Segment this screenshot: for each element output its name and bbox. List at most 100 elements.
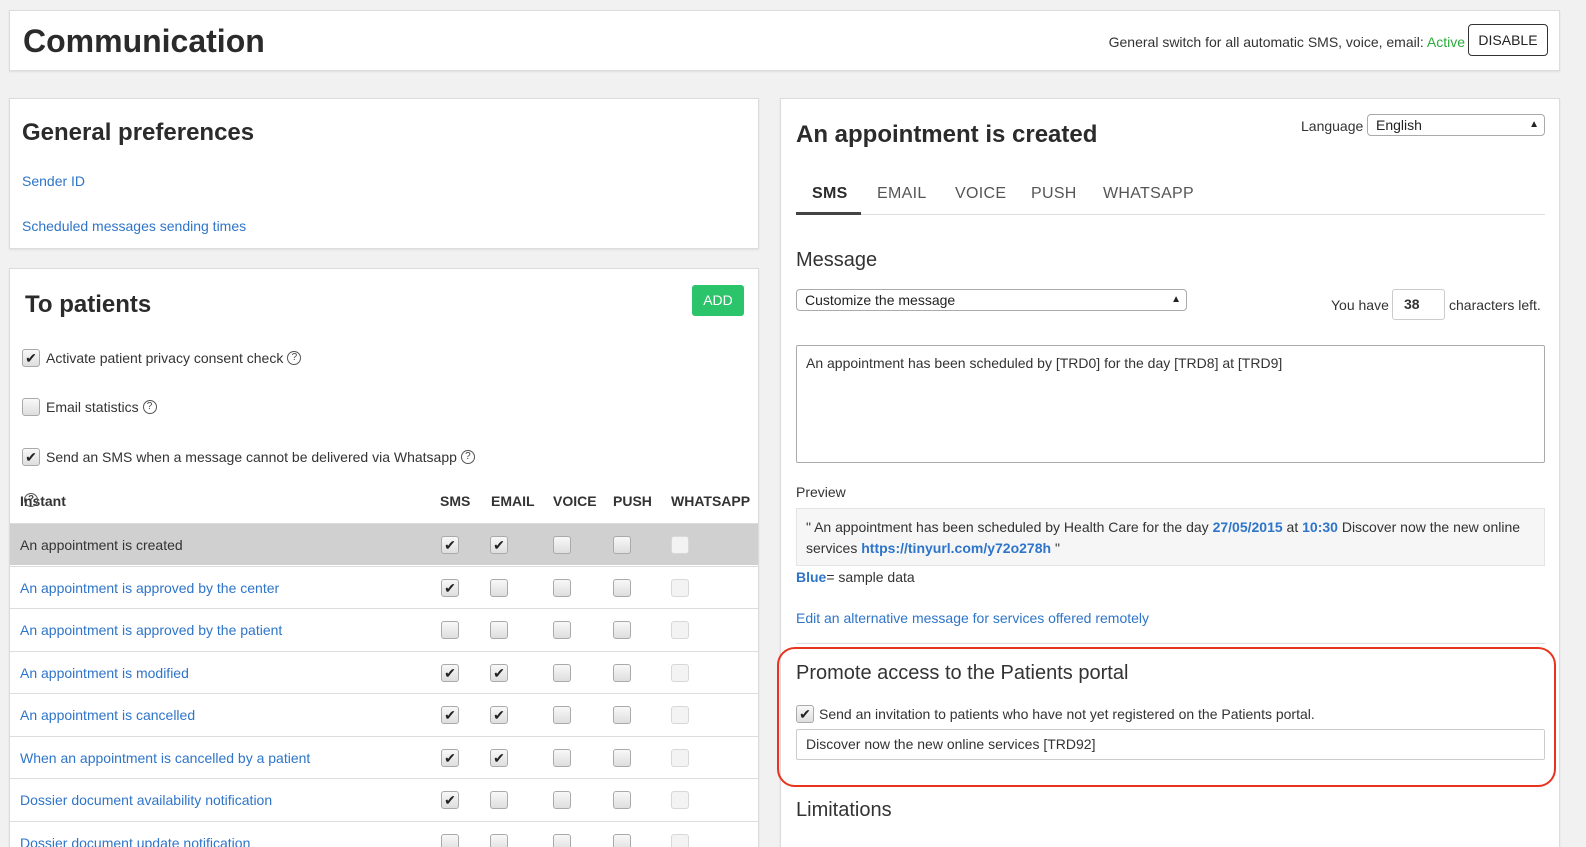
email-checkbox[interactable] [490,791,508,809]
voice-checkbox[interactable] [553,748,571,767]
help-icon[interactable]: ? [460,450,475,464]
chars-prefix: You have [1331,297,1389,313]
table-row[interactable]: When an appointment is cancelled by a pa… [10,735,758,778]
voice-checkbox[interactable] [553,706,571,724]
column-sms: SMS [440,493,471,509]
email-checkbox[interactable]: ✔ [490,706,508,724]
row-name[interactable]: An appointment is modified [20,665,189,681]
table-row[interactable]: Dossier document update notification [10,820,758,847]
whatsapp-checkbox [671,791,689,809]
message-section-title: Message [796,249,878,271]
channel-tabs: SMS EMAIL VOICE PUSH WHATSAPP [796,179,1545,215]
email-checkbox[interactable]: ✔ [490,663,508,682]
sms-fallback-checkbox[interactable]: ✔ [22,448,40,466]
email-checkbox[interactable]: ✔ [490,748,508,767]
voice-checkbox[interactable] [553,536,571,554]
help-icon[interactable]: ? [24,493,38,507]
privacy-consent-checkbox[interactable]: ✔ [22,349,40,367]
page-title: Communication [23,23,265,59]
option-label: Email statistics [46,399,139,415]
add-button[interactable]: ADD [692,285,744,316]
email-checkbox[interactable] [490,621,508,639]
sms-checkbox[interactable]: ✔ [441,578,459,597]
tab-whatsapp[interactable]: WHATSAPP [1103,185,1194,203]
voice-checkbox[interactable] [553,663,571,682]
sms-checkbox[interactable]: ✔ [441,706,459,724]
divider [796,643,1545,644]
row-name[interactable]: An appointment is created [20,537,183,553]
page-header: Communication General switch for all aut… [9,10,1560,71]
patients-panel: To patients ADD ✔ Activate patient priva… [9,268,759,847]
table-row[interactable]: Dossier document availability notificati… [10,778,758,820]
sender-id-link[interactable]: Sender ID [22,173,85,189]
disable-button[interactable]: DISABLE [1468,24,1548,56]
help-icon[interactable]: ? [287,351,302,365]
push-checkbox[interactable] [613,536,631,554]
sample-date: 27/05/2015 [1212,519,1283,535]
message-textarea[interactable]: An appointment has been scheduled by [TR… [796,345,1545,463]
option-label: Activate patient privacy consent check [46,350,284,366]
voice-checkbox[interactable] [553,833,571,847]
sms-checkbox[interactable]: ✔ [441,663,459,682]
push-checkbox[interactable] [613,578,631,597]
sms-checkbox[interactable]: ✔ [441,748,459,767]
sms-checkbox[interactable] [441,621,459,639]
invite-checkbox[interactable]: ✔ [796,705,814,723]
whatsapp-checkbox [671,578,689,597]
table-row[interactable]: An appointment is created ✔ ✔ [10,523,758,565]
message-mode-select[interactable]: Customize the message ▲ [796,289,1187,311]
row-name[interactable]: An appointment is approved by the center [20,580,279,596]
push-checkbox[interactable] [613,621,631,639]
push-checkbox[interactable] [613,833,631,847]
alternative-message-link[interactable]: Edit an alternative message for services… [796,610,1149,626]
email-checkbox[interactable] [490,578,508,597]
sms-checkbox[interactable]: ✔ [441,791,459,809]
sms-checkbox[interactable] [441,833,459,847]
message-preview: " An appointment has been scheduled by H… [796,508,1545,566]
tab-email[interactable]: EMAIL [877,185,927,203]
email-checkbox[interactable]: ✔ [490,536,508,554]
row-name[interactable]: When an appointment is cancelled by a pa… [20,750,310,766]
column-push: PUSH [613,493,652,509]
sms-checkbox[interactable]: ✔ [441,536,459,554]
tab-push[interactable]: PUSH [1031,185,1077,203]
language-label: Language [1301,118,1364,134]
voice-checkbox[interactable] [553,578,571,597]
row-name[interactable]: Dossier document update notification [20,835,250,847]
general-switch: General switch for all automatic SMS, vo… [1109,34,1465,50]
row-name[interactable]: Dossier document availability notificati… [20,792,272,808]
email-statistics-checkbox[interactable] [22,398,40,416]
language-select[interactable]: English ▲ [1367,114,1545,136]
preview-label: Preview [796,484,846,500]
push-checkbox[interactable] [613,706,631,724]
help-icon[interactable]: ? [142,400,157,414]
push-checkbox[interactable] [613,663,631,682]
email-checkbox[interactable] [490,833,508,847]
row-name[interactable]: An appointment is approved by the patien… [20,622,282,638]
table-row[interactable]: An appointment is approved by the patien… [10,608,758,650]
scheduled-times-link[interactable]: Scheduled messages sending times [22,218,246,234]
push-checkbox[interactable] [613,748,631,767]
detail-title: An appointment is created [796,121,1098,148]
whatsapp-checkbox [671,833,689,847]
invite-option: ✔ Send an invitation to patients who hav… [796,705,1315,723]
tab-voice[interactable]: VOICE [955,185,1006,203]
push-checkbox[interactable] [613,791,631,809]
voice-checkbox[interactable] [553,791,571,809]
whatsapp-checkbox [671,706,689,724]
row-name[interactable]: An appointment is cancelled [20,707,195,723]
tab-sms[interactable]: SMS [812,185,848,203]
sample-data-legend: Blue= sample data [796,569,915,585]
table-row[interactable]: An appointment is modified ✔ ✔ [10,650,758,693]
active-tab-indicator [796,212,861,215]
whatsapp-checkbox [671,748,689,767]
chars-suffix: characters left. [1449,297,1541,313]
voice-checkbox[interactable] [553,621,571,639]
select-arrow-icon: ▲ [1171,294,1181,305]
whatsapp-checkbox [671,663,689,682]
column-whatsapp: WHATSAPP [671,493,751,509]
table-row[interactable]: An appointment is cancelled ✔ ✔ [10,693,758,735]
invite-text-input[interactable]: Discover now the new online services [TR… [796,729,1545,760]
table-row[interactable]: An appointment is approved by the center… [10,565,758,608]
invite-label: Send an invitation to patients who have … [819,706,1315,722]
